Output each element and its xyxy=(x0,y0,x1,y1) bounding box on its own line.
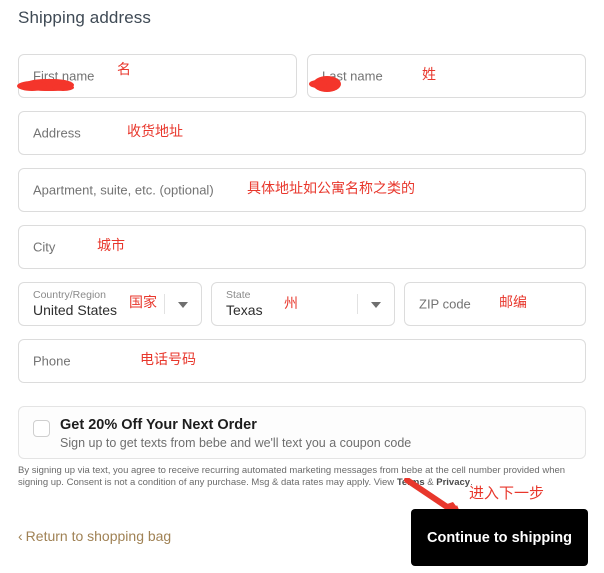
apartment-annotation: 具体地址如公寓名称之类的 xyxy=(247,181,415,197)
state-select-divider xyxy=(357,294,358,314)
page-title: Shipping address xyxy=(18,8,151,27)
legal-line-2-pre: Consent is not a condition of any purcha… xyxy=(66,477,397,488)
address-label: Address xyxy=(33,125,81,141)
first-name-annotation: 名 xyxy=(117,62,131,78)
address-annotation: 收货地址 xyxy=(127,124,183,140)
chevron-left-icon: ‹ xyxy=(18,528,23,544)
phone-annotation: 电话号码 xyxy=(140,352,196,368)
city-annotation: 城市 xyxy=(97,238,125,254)
phone-label: Phone xyxy=(33,353,71,369)
zip-code-annotation: 邮编 xyxy=(499,295,527,311)
coupon-title: Get 20% Off Your Next Order xyxy=(60,417,257,433)
last-name-field[interactable]: Last name xyxy=(307,54,586,98)
state-annotation: 州 xyxy=(284,296,298,312)
first-name-redaction-blob-2 xyxy=(17,81,47,91)
last-name-annotation: 姓 xyxy=(422,67,436,83)
state-select[interactable]: State Texas xyxy=(211,282,395,326)
chevron-down-icon[interactable] xyxy=(178,302,188,308)
city-label: City xyxy=(33,239,56,255)
last-name-redaction-blob-2 xyxy=(309,80,327,88)
coupon-subtitle: Sign up to get texts from bebe and we'll… xyxy=(60,436,412,450)
zip-code-label: ZIP code xyxy=(419,296,471,312)
first-name-field[interactable]: First name xyxy=(18,54,297,98)
chevron-down-icon[interactable] xyxy=(371,302,381,308)
phone-field[interactable]: Phone xyxy=(18,339,586,383)
zip-code-field[interactable]: ZIP code xyxy=(404,282,586,326)
return-to-shopping-bag-link[interactable]: ‹ Return to shopping bag xyxy=(18,528,171,544)
country-select-divider xyxy=(164,294,165,314)
legal-amp: & xyxy=(424,477,437,488)
apartment-label: Apartment, suite, etc. (optional) xyxy=(33,182,214,198)
first-name-redaction-blob-3 xyxy=(52,84,74,91)
country-region-value: United States xyxy=(33,302,118,318)
return-to-shopping-bag-label: Return to shopping bag xyxy=(25,528,172,544)
state-label: State xyxy=(226,289,251,301)
terms-link[interactable]: Terms xyxy=(397,477,425,488)
country-region-annotation: 国家 xyxy=(129,295,157,311)
address-field[interactable]: Address xyxy=(18,111,586,155)
continue-to-shipping-button[interactable]: Continue to shipping xyxy=(411,509,588,566)
state-value: Texas xyxy=(226,302,263,318)
continue-annotation: 进入下一步 xyxy=(469,484,545,502)
coupon-optin-panel[interactable]: Get 20% Off Your Next Order Sign up to g… xyxy=(18,406,586,459)
privacy-link[interactable]: Privacy xyxy=(436,477,470,488)
coupon-optin-checkbox[interactable] xyxy=(33,420,50,437)
country-region-select[interactable]: Country/Region United States xyxy=(18,282,202,326)
country-region-label: Country/Region xyxy=(33,289,106,301)
